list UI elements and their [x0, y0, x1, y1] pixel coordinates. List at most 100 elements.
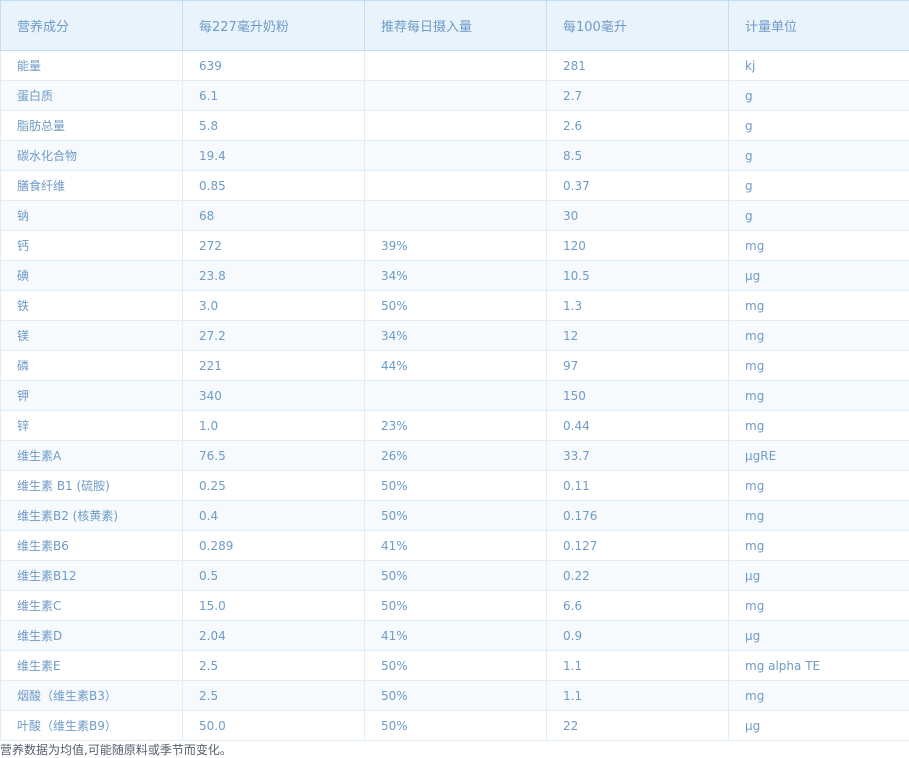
cell-per-100ml: 0.37 [546, 170, 729, 201]
nutrition-table: 营养成分 每227毫升奶粉 推荐每日摄入量 每100毫升 计量单位 能量 639 2… [0, 0, 909, 741]
cell-per-100ml: 150 [546, 380, 729, 411]
cell-daily-intake: 34% [364, 260, 547, 291]
cell-unit: μg [728, 710, 909, 741]
cell-nutrient: 碳水化合物 [0, 140, 183, 171]
cell-per-100ml: 1.1 [546, 650, 729, 681]
cell-per-100ml: 33.7 [546, 440, 729, 471]
cell-daily-intake: 50% [364, 290, 547, 321]
cell-unit: g [728, 80, 909, 111]
cell-per-100ml: 0.22 [546, 560, 729, 591]
table-row: 碘 23.8 34% 10.5 μg [0, 260, 909, 291]
cell-daily-intake: 50% [364, 680, 547, 711]
cell-per-227ml: 1.0 [182, 410, 365, 441]
cell-daily-intake [364, 140, 547, 171]
cell-per-100ml: 0.127 [546, 530, 729, 561]
cell-daily-intake: 34% [364, 320, 547, 351]
cell-per-227ml: 76.5 [182, 440, 365, 471]
table-row: 钠 68 30 g [0, 200, 909, 231]
cell-daily-intake: 44% [364, 350, 547, 381]
cell-per-227ml: 272 [182, 230, 365, 261]
cell-nutrient: 脂肪总量 [0, 110, 183, 141]
cell-nutrient: 钠 [0, 200, 183, 231]
table-header: 营养成分 每227毫升奶粉 推荐每日摄入量 每100毫升 计量单位 [0, 0, 909, 51]
cell-per-227ml: 68 [182, 200, 365, 231]
cell-nutrient: 维生素A [0, 440, 183, 471]
cell-per-227ml: 340 [182, 380, 365, 411]
cell-nutrient: 钙 [0, 230, 183, 261]
cell-per-227ml: 50.0 [182, 710, 365, 741]
cell-per-227ml: 0.25 [182, 470, 365, 501]
cell-nutrient: 膳食纤维 [0, 170, 183, 201]
table-row: 维生素B2 (核黄素) 0.4 50% 0.176 mg [0, 500, 909, 531]
cell-per-227ml: 221 [182, 350, 365, 381]
cell-daily-intake [364, 80, 547, 111]
cell-per-227ml: 5.8 [182, 110, 365, 141]
header-row: 营养成分 每227毫升奶粉 推荐每日摄入量 每100毫升 计量单位 [0, 0, 909, 51]
cell-unit: mg alpha TE [728, 650, 909, 681]
cell-per-100ml: 30 [546, 200, 729, 231]
cell-per-100ml: 1.1 [546, 680, 729, 711]
cell-nutrient: 维生素B12 [0, 560, 183, 591]
cell-per-227ml: 6.1 [182, 80, 365, 111]
cell-daily-intake [364, 50, 547, 81]
cell-nutrient: 烟酸（维生素B3） [0, 680, 183, 711]
cell-nutrient: 钾 [0, 380, 183, 411]
cell-per-100ml: 8.5 [546, 140, 729, 171]
cell-daily-intake [364, 110, 547, 141]
footnote: 营养数据为均值,可能随原料或季节而变化。 [0, 743, 232, 757]
cell-daily-intake: 50% [364, 500, 547, 531]
cell-unit: μg [728, 260, 909, 291]
table-row: 磷 221 44% 97 mg [0, 350, 909, 381]
table-row: 叶酸（维生素B9） 50.0 50% 22 μg [0, 710, 909, 741]
table-row: 维生素C 15.0 50% 6.6 mg [0, 590, 909, 621]
cell-daily-intake: 41% [364, 530, 547, 561]
cell-per-227ml: 0.289 [182, 530, 365, 561]
cell-per-100ml: 0.9 [546, 620, 729, 651]
cell-nutrient: 磷 [0, 350, 183, 381]
cell-per-100ml: 1.3 [546, 290, 729, 321]
table-row: 蛋白质 6.1 2.7 g [0, 80, 909, 111]
cell-unit: mg [728, 410, 909, 441]
table-row: 维生素D 2.04 41% 0.9 μg [0, 620, 909, 651]
cell-unit: g [728, 140, 909, 171]
table-row: 维生素 B1 (硫胺) 0.25 50% 0.11 mg [0, 470, 909, 501]
cell-per-100ml: 0.44 [546, 410, 729, 441]
cell-per-100ml: 0.176 [546, 500, 729, 531]
cell-per-100ml: 22 [546, 710, 729, 741]
cell-unit: mg [728, 680, 909, 711]
cell-per-100ml: 97 [546, 350, 729, 381]
cell-per-227ml: 19.4 [182, 140, 365, 171]
cell-unit: mg [728, 590, 909, 621]
table-row: 脂肪总量 5.8 2.6 g [0, 110, 909, 141]
header-daily-intake: 推荐每日摄入量 [364, 0, 547, 51]
cell-per-227ml: 23.8 [182, 260, 365, 291]
cell-per-100ml: 10.5 [546, 260, 729, 291]
cell-unit: mg [728, 530, 909, 561]
table-row: 维生素E 2.5 50% 1.1 mg alpha TE [0, 650, 909, 681]
header-per-100ml: 每100毫升 [546, 0, 729, 51]
cell-daily-intake: 26% [364, 440, 547, 471]
cell-nutrient: 维生素 B1 (硫胺) [0, 470, 183, 501]
header-per-227ml: 每227毫升奶粉 [182, 0, 365, 51]
cell-nutrient: 能量 [0, 50, 183, 81]
cell-nutrient: 镁 [0, 320, 183, 351]
cell-nutrient: 蛋白质 [0, 80, 183, 111]
cell-per-227ml: 0.5 [182, 560, 365, 591]
cell-daily-intake: 50% [364, 470, 547, 501]
table-row: 钾 340 150 mg [0, 380, 909, 411]
cell-unit: mg [728, 350, 909, 381]
table-row: 膳食纤维 0.85 0.37 g [0, 170, 909, 201]
cell-daily-intake [364, 380, 547, 411]
cell-daily-intake: 41% [364, 620, 547, 651]
cell-per-227ml: 15.0 [182, 590, 365, 621]
cell-unit: g [728, 200, 909, 231]
table-row: 镁 27.2 34% 12 mg [0, 320, 909, 351]
cell-nutrient: 碘 [0, 260, 183, 291]
cell-unit: g [728, 170, 909, 201]
table-row: 维生素B12 0.5 50% 0.22 μg [0, 560, 909, 591]
cell-unit: mg [728, 230, 909, 261]
cell-per-100ml: 2.7 [546, 80, 729, 111]
cell-daily-intake: 50% [364, 650, 547, 681]
cell-per-100ml: 2.6 [546, 110, 729, 141]
table-row: 铁 3.0 50% 1.3 mg [0, 290, 909, 321]
